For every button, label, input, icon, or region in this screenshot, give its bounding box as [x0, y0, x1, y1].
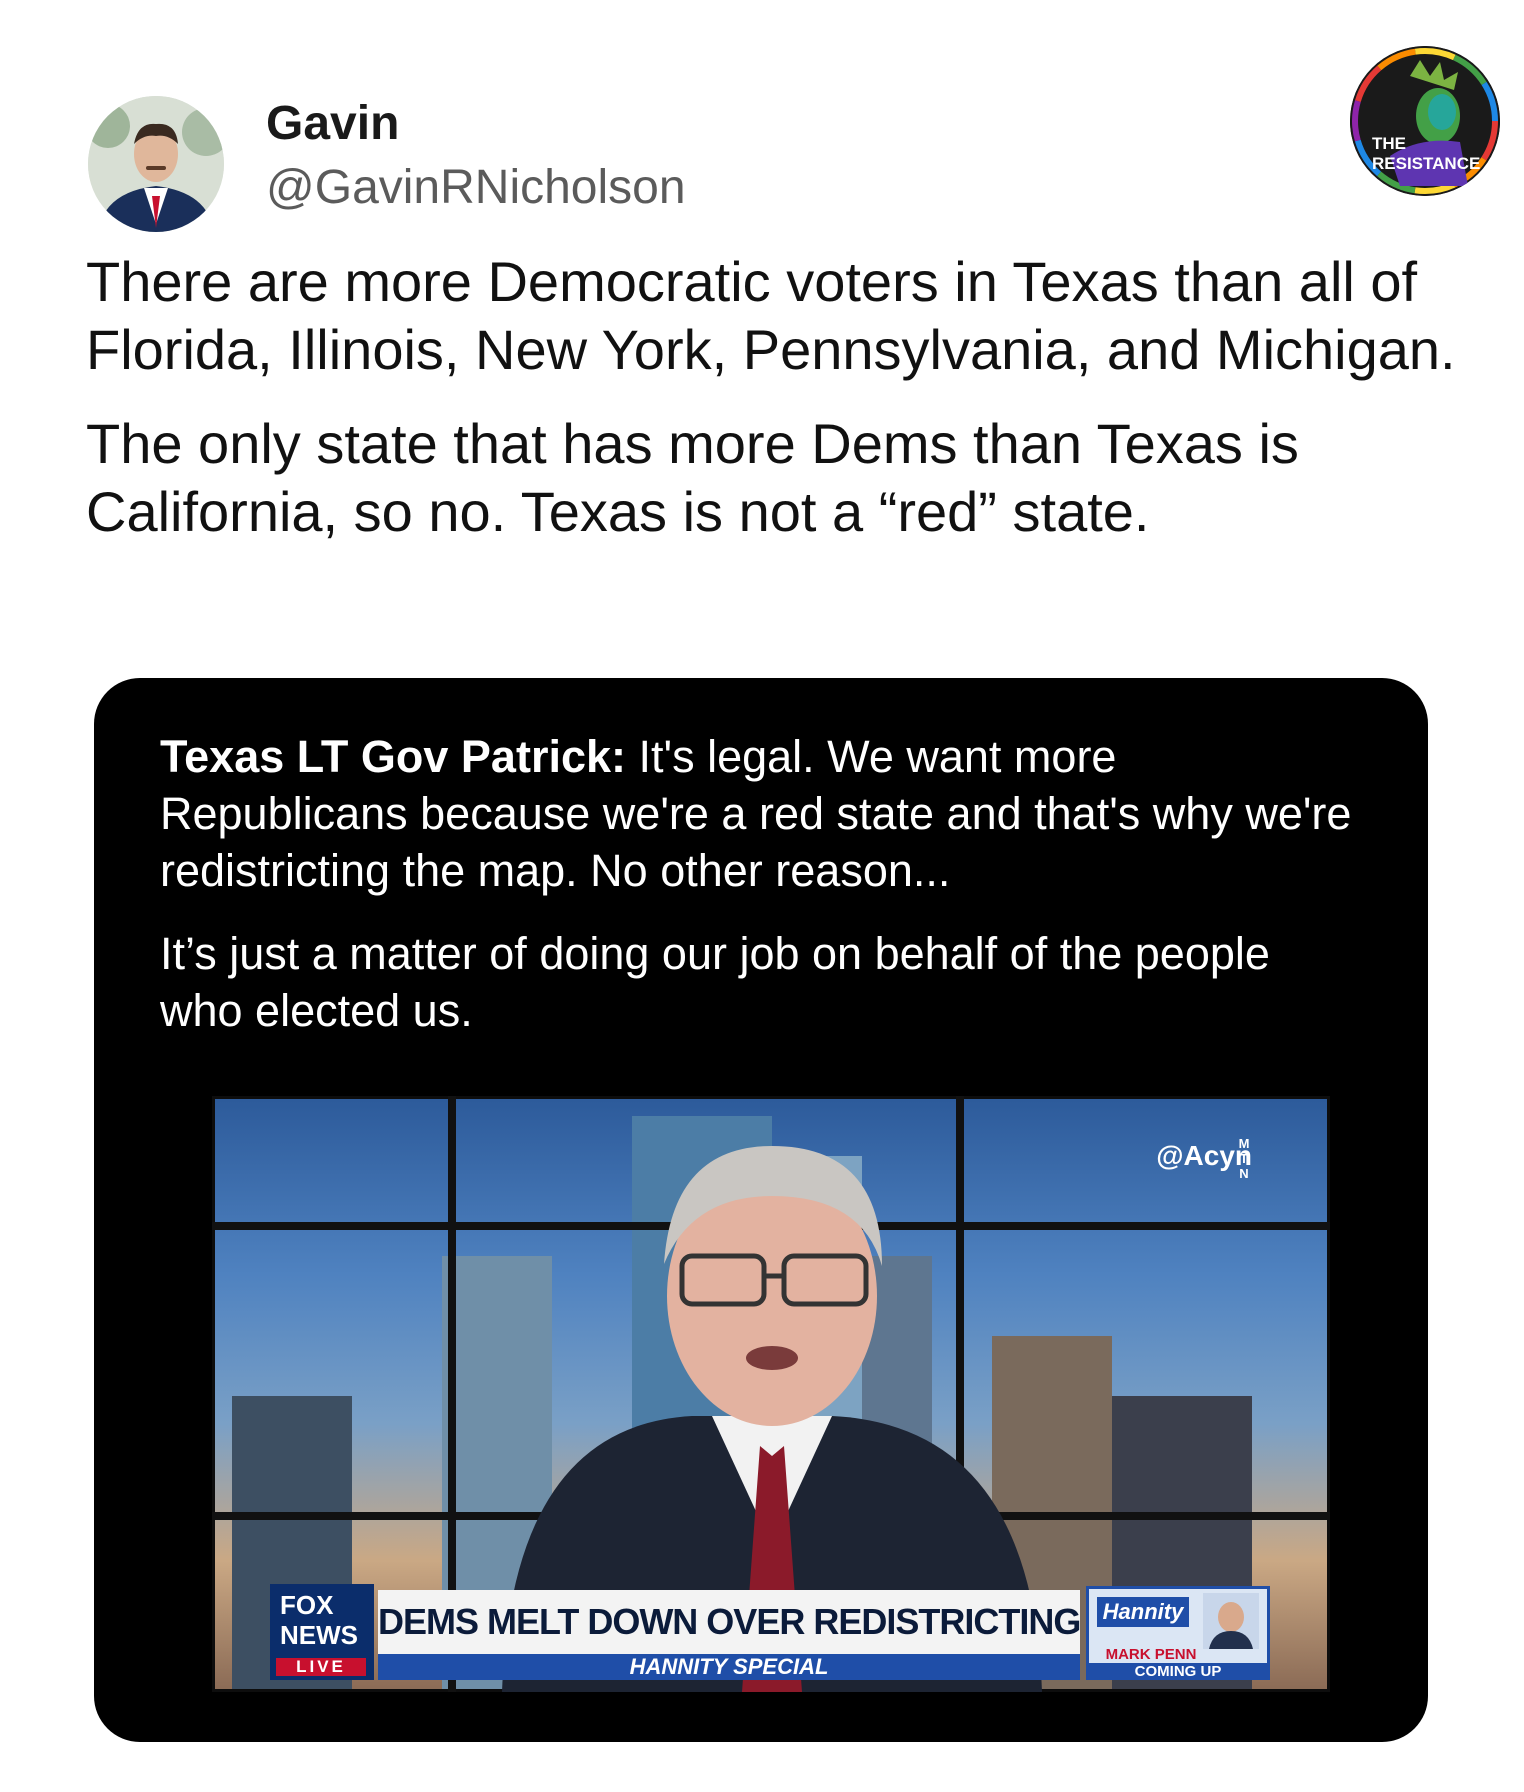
- network-logo: FOX NEWS LIVE: [270, 1584, 374, 1680]
- guest-photo: [1203, 1593, 1259, 1649]
- tweet-body: There are more Democratic voters in Texa…: [86, 248, 1466, 572]
- video-frame[interactable]: @Acyn M T N FOX NEWS LIVE DEMS MELT DOWN…: [212, 1096, 1330, 1692]
- network-logo-line: FOX: [280, 1590, 334, 1620]
- badge-line-2: RESISTANCE: [1372, 154, 1481, 173]
- corner-letter: T: [1240, 1151, 1248, 1166]
- lower-third-chyron: FOX NEWS LIVE DEMS MELT DOWN OVER REDIST…: [270, 1584, 1270, 1680]
- card-quote-paragraph: It’s just a matter of doing our job on b…: [160, 928, 1270, 1036]
- tweet-paragraph: There are more Democratic voters in Texa…: [86, 250, 1456, 381]
- live-badge: LIVE: [276, 1658, 366, 1676]
- card-quote-paragraph: Texas LT Gov Patrick: It's legal. We wan…: [160, 728, 1360, 899]
- corner-letter: N: [1239, 1166, 1249, 1181]
- corner-letter: M: [1238, 1136, 1250, 1151]
- card-quote: Texas LT Gov Patrick: It's legal. We wan…: [160, 728, 1360, 1065]
- coming-up-label: COMING UP: [1089, 1663, 1267, 1680]
- corner-mtn-logo: M T N: [1234, 1136, 1254, 1181]
- quoted-media-card[interactable]: Texas LT Gov Patrick: It's legal. We wan…: [94, 678, 1428, 1742]
- speaker-label: Texas LT Gov Patrick:: [160, 731, 626, 782]
- upcoming-guest: MARK PENN: [1105, 1646, 1197, 1663]
- author-handle[interactable]: @GavinRNicholson: [266, 160, 686, 215]
- tweet-paragraph: The only state that has more Dems than T…: [86, 412, 1299, 543]
- resistance-badge-logo: THE RESISTANCE: [1350, 46, 1500, 196]
- badge-line-1: THE: [1372, 134, 1406, 153]
- chyron-headline: DEMS MELT DOWN OVER REDISTRICTING FIGHT: [378, 1590, 1080, 1654]
- author-name[interactable]: Gavin: [266, 96, 399, 151]
- up-next-box: Hannity MARK PENN COMING UP: [1086, 1586, 1270, 1680]
- network-logo-line: NEWS: [280, 1620, 358, 1650]
- show-logo: Hannity: [1097, 1597, 1189, 1627]
- author-avatar[interactable]: [88, 96, 224, 232]
- chyron-subheadline: HANNITY SPECIAL: [378, 1654, 1080, 1680]
